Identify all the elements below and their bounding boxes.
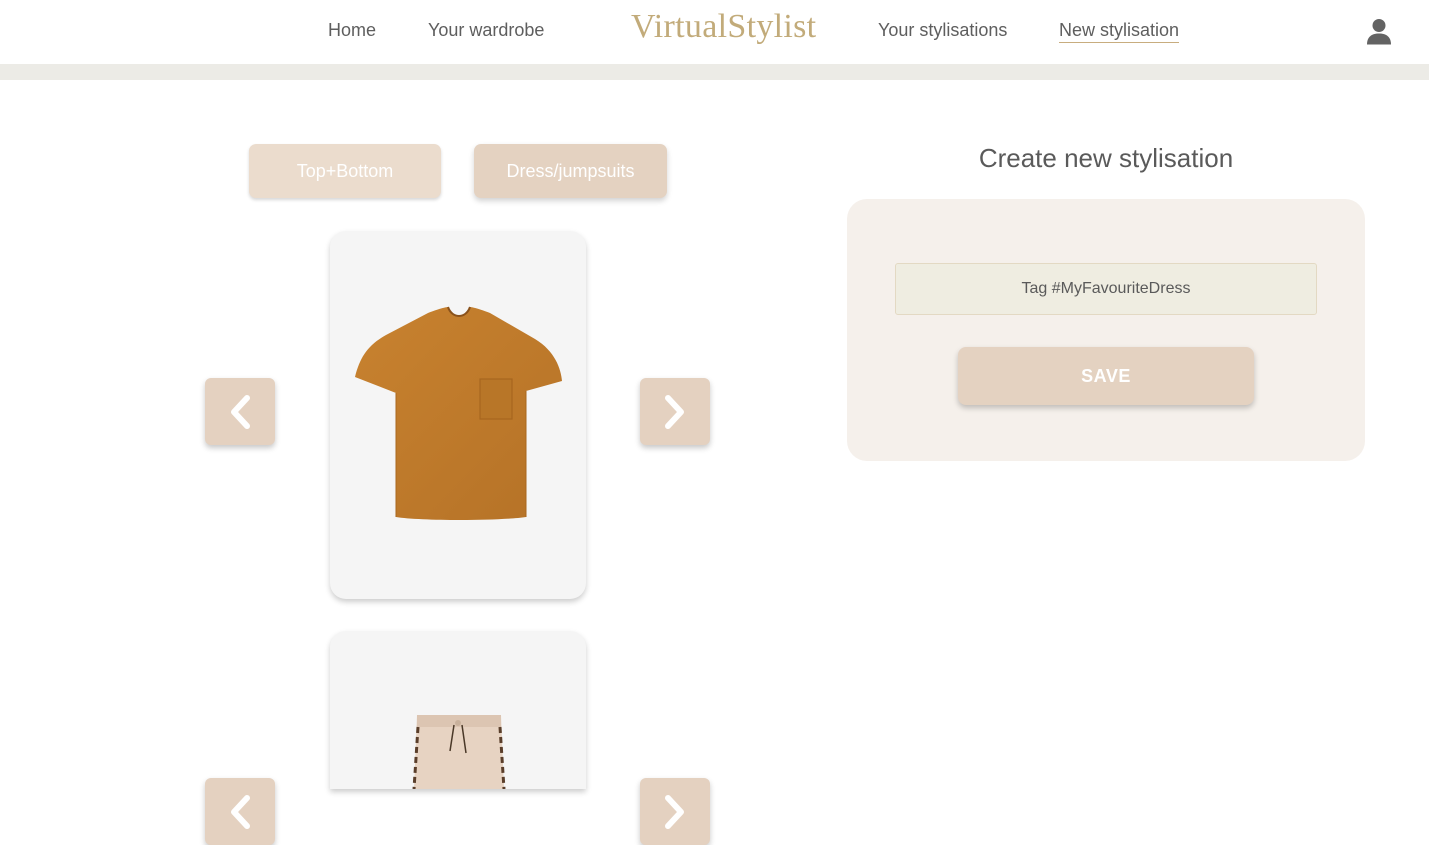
panel-title: Create new stylisation [978, 143, 1234, 173]
chevron-right-icon [665, 394, 684, 429]
top-bottom-button[interactable]: Top+Bottom [249, 144, 441, 198]
chevron-right-icon [665, 794, 684, 829]
next-top-button[interactable] [640, 378, 710, 445]
save-button[interactable]: SAVE [958, 347, 1254, 405]
nav-wardrobe-link[interactable]: Your wardrobe [428, 20, 544, 41]
chevron-left-icon [231, 794, 250, 829]
prev-bottom-button[interactable] [205, 778, 275, 845]
app-logo[interactable]: VirtualStylist [631, 8, 816, 46]
create-stylisation-panel: SAVE [847, 199, 1365, 461]
chevron-left-icon [231, 394, 250, 429]
header-divider-strip [0, 64, 1429, 80]
user-icon[interactable] [1366, 18, 1392, 46]
top-garment-card [330, 231, 586, 599]
next-bottom-button[interactable] [640, 778, 710, 845]
bottom-garment-card [330, 631, 586, 789]
nav-home-link[interactable]: Home [328, 20, 376, 41]
tag-input[interactable] [895, 263, 1317, 315]
t-shirt-image [355, 306, 562, 520]
dress-jumpsuits-button[interactable]: Dress/jumpsuits [474, 144, 667, 198]
top-navigation-bar: Home Your wardrobe VirtualStylist Your s… [0, 0, 1429, 64]
nav-stylisations-link[interactable]: Your stylisations [878, 20, 1007, 41]
trousers-image [412, 715, 506, 789]
nav-new-stylisation-link[interactable]: New stylisation [1059, 20, 1180, 43]
prev-top-button[interactable] [205, 378, 275, 445]
